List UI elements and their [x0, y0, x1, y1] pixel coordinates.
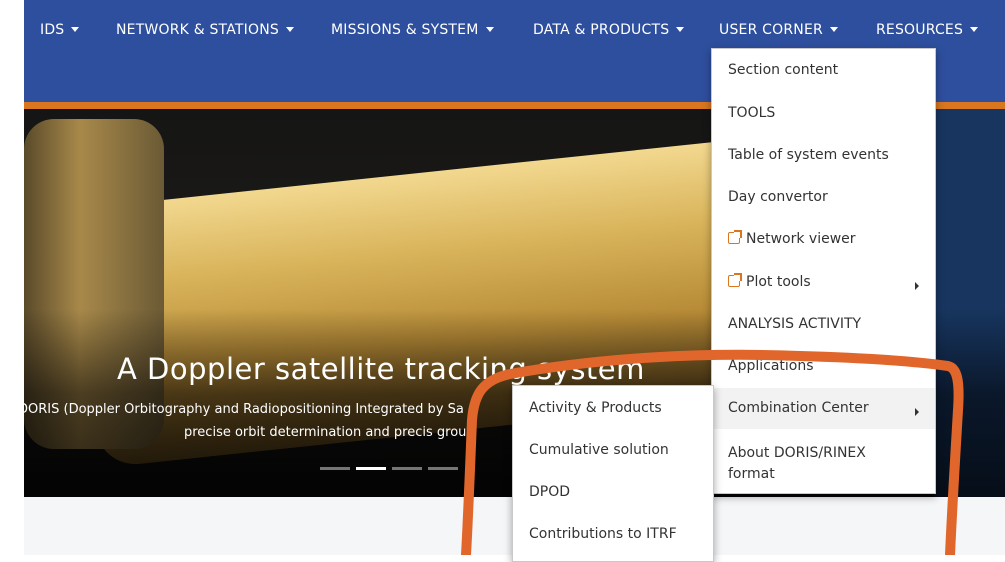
- nav-item-data-products[interactable]: DATA & PRODUCTS: [533, 22, 685, 38]
- menu-item-label: Day convertor: [728, 189, 828, 205]
- menu-item-label: Network viewer: [746, 231, 856, 247]
- caret-down-icon: [970, 27, 979, 32]
- nav-item-missions-system[interactable]: MISSIONS & SYSTEM: [331, 22, 494, 38]
- combination-center-submenu: Activity & Products Cumulative solution …: [512, 385, 714, 562]
- menu-item-about-doris-rinex[interactable]: About DORIS/RINEX format: [712, 443, 935, 485]
- submenu-item-activity-products[interactable]: Activity & Products: [529, 400, 662, 416]
- nav-item-network-stations[interactable]: NETWORK & STATIONS: [116, 22, 294, 38]
- nav-item-label: IDS: [40, 22, 65, 38]
- external-link-icon: [728, 273, 742, 287]
- menu-item-combination-center[interactable]: Combination Center: [712, 388, 935, 429]
- menu-header-label: TOOLS: [728, 105, 776, 121]
- carousel-indicator[interactable]: [428, 467, 458, 470]
- menu-header-label: ANALYSIS ACTIVITY: [728, 316, 862, 332]
- caret-down-icon: [485, 27, 494, 32]
- page-left-margin: [0, 0, 24, 555]
- menu-item-applications[interactable]: Applications: [712, 358, 935, 374]
- menu-item-network-viewer[interactable]: Network viewer: [712, 230, 935, 247]
- menu-item-label: Applications: [728, 358, 814, 374]
- caret-down-icon: [285, 27, 294, 32]
- external-link-icon: [728, 230, 742, 244]
- carousel-indicator[interactable]: [392, 467, 422, 470]
- menu-item-label: Table of system events: [728, 147, 889, 163]
- chevron-right-icon: [915, 282, 919, 290]
- nav-item-ids[interactable]: IDS: [40, 22, 80, 38]
- chevron-right-icon: [915, 408, 919, 416]
- caret-down-icon: [829, 27, 838, 32]
- nav-item-label: NETWORK & STATIONS: [116, 22, 279, 38]
- menu-item-table-of-system-events[interactable]: Table of system events: [712, 147, 935, 163]
- menu-header-analysis-activity: ANALYSIS ACTIVITY: [712, 316, 935, 332]
- hero-caption-line2: precise orbit determination and precis g…: [184, 425, 467, 440]
- carousel-indicator-active[interactable]: [356, 467, 386, 470]
- menu-item-plot-tools[interactable]: Plot tools: [712, 273, 935, 290]
- nav-item-user-corner[interactable]: USER CORNER: [719, 22, 838, 38]
- menu-item-label: Plot tools: [746, 274, 811, 290]
- submenu-item-contributions-to-itrf[interactable]: Contributions to ITRF: [529, 526, 677, 542]
- hero-title: A Doppler satellite tracking system: [117, 352, 645, 386]
- menu-item-label: Section content: [728, 62, 839, 78]
- menu-item-section-content[interactable]: Section content: [712, 62, 935, 78]
- nav-item-resources[interactable]: RESOURCES: [876, 22, 979, 38]
- menu-item-label-line2: format: [728, 466, 775, 482]
- nav-item-label: DATA & PRODUCTS: [533, 22, 670, 38]
- menu-item-label: About DORIS/RINEX: [728, 445, 866, 461]
- nav-item-label: MISSIONS & SYSTEM: [331, 22, 479, 38]
- hero-caption-line1: DORIS (Doppler Orbitography and Radiopos…: [24, 402, 464, 417]
- submenu-item-cumulative-solution[interactable]: Cumulative solution: [529, 442, 669, 458]
- caret-down-icon: [71, 27, 80, 32]
- menu-item-day-convertor[interactable]: Day convertor: [712, 189, 935, 205]
- carousel-indicator[interactable]: [320, 467, 350, 470]
- caret-down-icon: [676, 27, 685, 32]
- submenu-item-dpod[interactable]: DPOD: [529, 484, 570, 500]
- nav-item-label: RESOURCES: [876, 22, 964, 38]
- nav-item-label: USER CORNER: [719, 22, 823, 38]
- user-corner-dropdown: Section content TOOLS Table of system ev…: [711, 48, 936, 494]
- menu-header-tools: TOOLS: [712, 105, 935, 121]
- menu-item-label: Combination Center: [728, 400, 869, 416]
